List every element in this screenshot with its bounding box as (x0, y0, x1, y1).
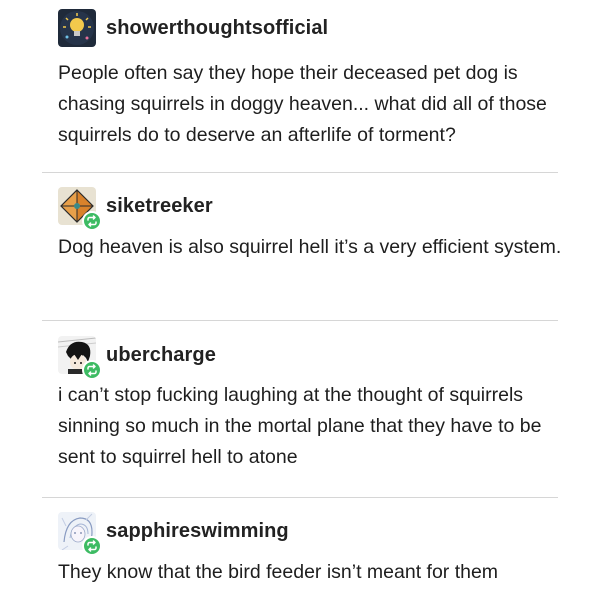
avatar[interactable] (58, 9, 96, 47)
post-header: siketreeker (58, 187, 213, 231)
post-divider (42, 320, 558, 321)
post-text: Dog heaven is also squirrel hell it’s a … (58, 236, 562, 258)
post-divider (42, 497, 558, 498)
post-text: They know that the bird feeder isn’t mea… (58, 561, 499, 583)
avatar[interactable] (58, 336, 102, 380)
post-username[interactable]: showerthoughtsofficial (106, 17, 328, 40)
reblog-icon (82, 211, 102, 231)
avatar[interactable] (58, 512, 102, 556)
post-header: sapphireswimming (58, 512, 289, 556)
post-header: ubercharge (58, 336, 216, 380)
post-divider (42, 172, 558, 173)
post-username[interactable]: siketreeker (106, 195, 213, 218)
avatar[interactable] (58, 187, 102, 231)
reblog-icon (82, 360, 102, 380)
post-username[interactable]: ubercharge (106, 344, 216, 367)
post-text: i can’t stop fucking laughing at the tho… (58, 384, 542, 468)
post-header: showerthoughtsofficial (58, 9, 328, 47)
reblog-thread: showerthoughtsofficial People often say … (0, 0, 600, 600)
reblog-icon (82, 536, 102, 556)
post-text: People often say they hope their decease… (58, 62, 547, 146)
post-username[interactable]: sapphireswimming (106, 520, 289, 543)
lightbulb-avatar-icon (58, 9, 96, 47)
